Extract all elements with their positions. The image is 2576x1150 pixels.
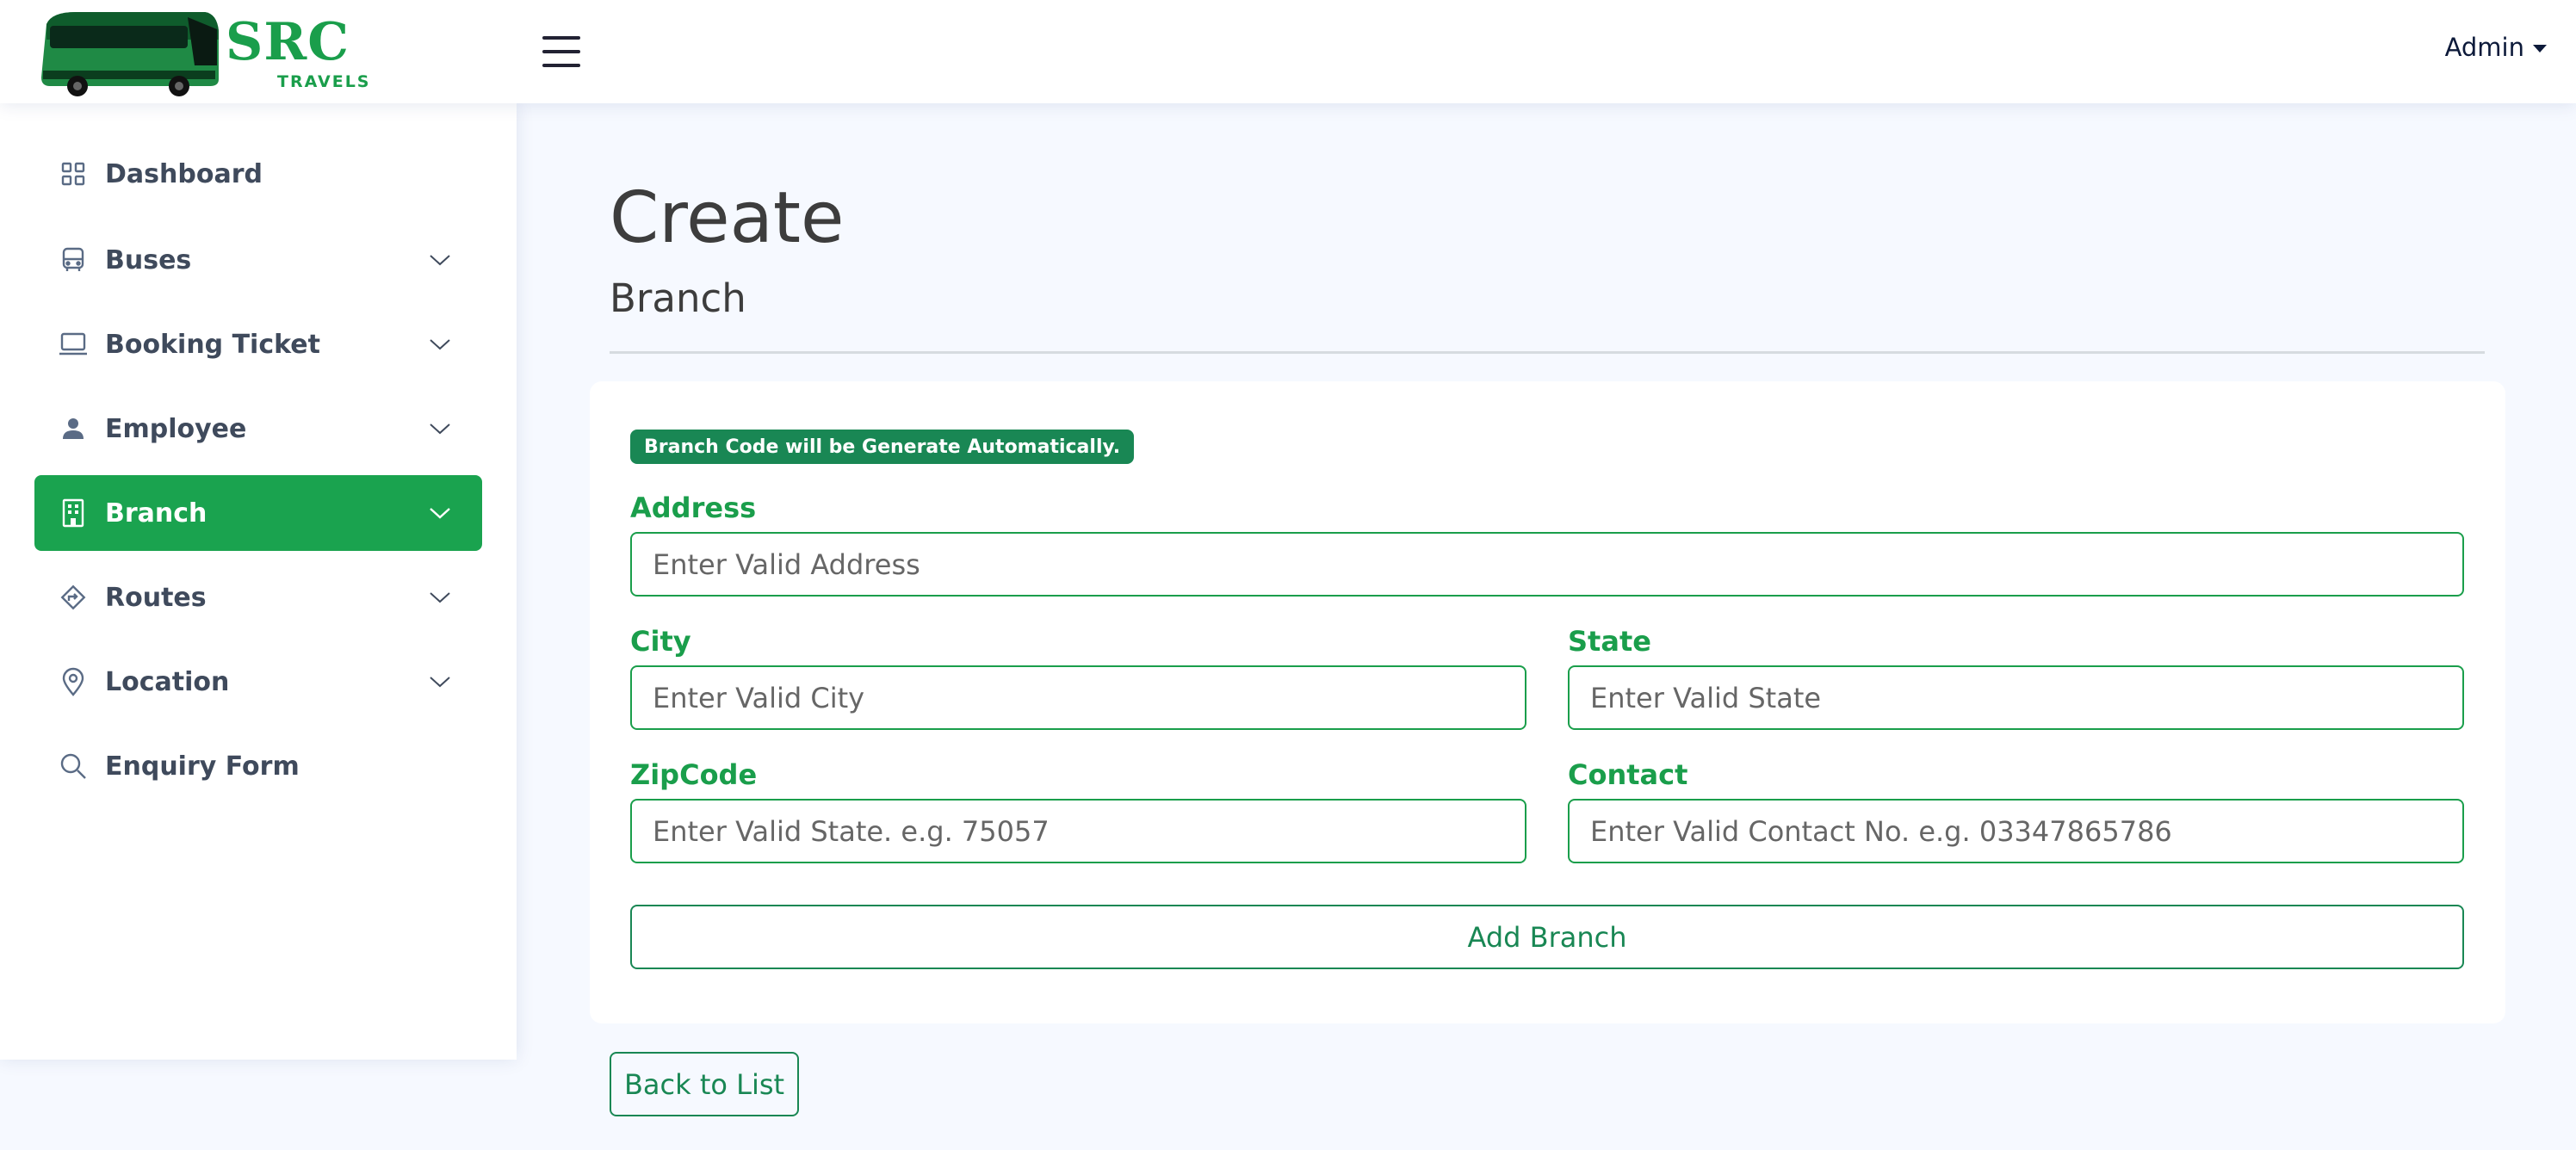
hamburger-menu-icon[interactable] bbox=[542, 34, 580, 69]
state-input[interactable] bbox=[1568, 665, 2464, 730]
admin-user-menu[interactable]: Admin bbox=[2445, 33, 2547, 62]
chevron-down-icon bbox=[430, 677, 450, 688]
sidebar-item-routes[interactable]: Routes bbox=[34, 560, 482, 635]
sidebar-item-branch[interactable]: Branch bbox=[34, 475, 482, 551]
caret-down-icon bbox=[2533, 44, 2547, 53]
add-branch-button[interactable]: Add Branch bbox=[630, 905, 2464, 969]
logo-subtitle: TRAVELS bbox=[277, 72, 371, 91]
chevron-down-icon bbox=[430, 592, 450, 603]
sidebar-item-label: Branch bbox=[105, 498, 207, 529]
chevron-down-icon bbox=[430, 424, 450, 435]
zipcode-label: ZipCode bbox=[630, 758, 758, 791]
laptop-icon bbox=[59, 330, 88, 359]
address-label: Address bbox=[630, 492, 757, 524]
logo-title: SRC bbox=[226, 12, 350, 72]
sidebar-item-label: Buses bbox=[105, 244, 192, 275]
grid-icon bbox=[59, 159, 88, 189]
city-label: City bbox=[630, 625, 691, 658]
search-icon bbox=[59, 751, 88, 781]
top-header: SRC TRAVELS Admin bbox=[0, 0, 2576, 103]
brand-logo[interactable]: SRC TRAVELS bbox=[34, 5, 368, 96]
contact-label: Contact bbox=[1568, 758, 1688, 791]
chevron-down-icon bbox=[430, 255, 450, 266]
title-divider bbox=[610, 351, 2485, 354]
sidebar-item-label: Enquiry Form bbox=[105, 751, 300, 782]
sidebar-item-label: Dashboard bbox=[105, 158, 263, 189]
info-badge: Branch Code will be Generate Automatical… bbox=[630, 430, 1135, 464]
page-subtitle: Branch bbox=[610, 275, 746, 321]
chevron-down-icon bbox=[430, 508, 450, 519]
geo-pin-icon bbox=[59, 667, 88, 696]
sidebar: Dashboard Buses Booking Ticket Employee … bbox=[0, 103, 517, 1060]
sidebar-item-label: Employee bbox=[105, 413, 247, 444]
sidebar-item-label: Location bbox=[105, 666, 230, 697]
chevron-down-icon bbox=[430, 339, 450, 350]
address-input[interactable] bbox=[630, 532, 2464, 597]
sidebar-item-label: Routes bbox=[105, 582, 207, 613]
city-input[interactable] bbox=[630, 665, 1526, 730]
sidebar-item-location[interactable]: Location bbox=[34, 644, 482, 720]
state-label: State bbox=[1568, 625, 1651, 658]
sidebar-item-label: Booking Ticket bbox=[105, 329, 320, 360]
page-title: Create bbox=[610, 177, 845, 259]
building-icon bbox=[59, 498, 88, 528]
sidebar-item-buses[interactable]: Buses bbox=[34, 222, 482, 298]
sidebar-item-enquiry-form[interactable]: Enquiry Form bbox=[34, 728, 482, 804]
sidebar-item-booking-ticket[interactable]: Booking Ticket bbox=[34, 306, 482, 382]
sidebar-item-employee[interactable]: Employee bbox=[34, 391, 482, 467]
admin-label: Admin bbox=[2444, 33, 2524, 62]
bus-logo-icon bbox=[41, 12, 219, 96]
bus-icon bbox=[59, 245, 88, 275]
person-icon bbox=[59, 414, 88, 443]
sidebar-item-dashboard[interactable]: Dashboard bbox=[34, 136, 482, 212]
contact-input[interactable] bbox=[1568, 799, 2464, 863]
back-to-list-button[interactable]: Back to List bbox=[610, 1052, 799, 1116]
signpost-icon bbox=[59, 583, 88, 612]
zipcode-input[interactable] bbox=[630, 799, 1526, 863]
branch-form-card: Branch Code will be Generate Automatical… bbox=[590, 381, 2505, 1023]
